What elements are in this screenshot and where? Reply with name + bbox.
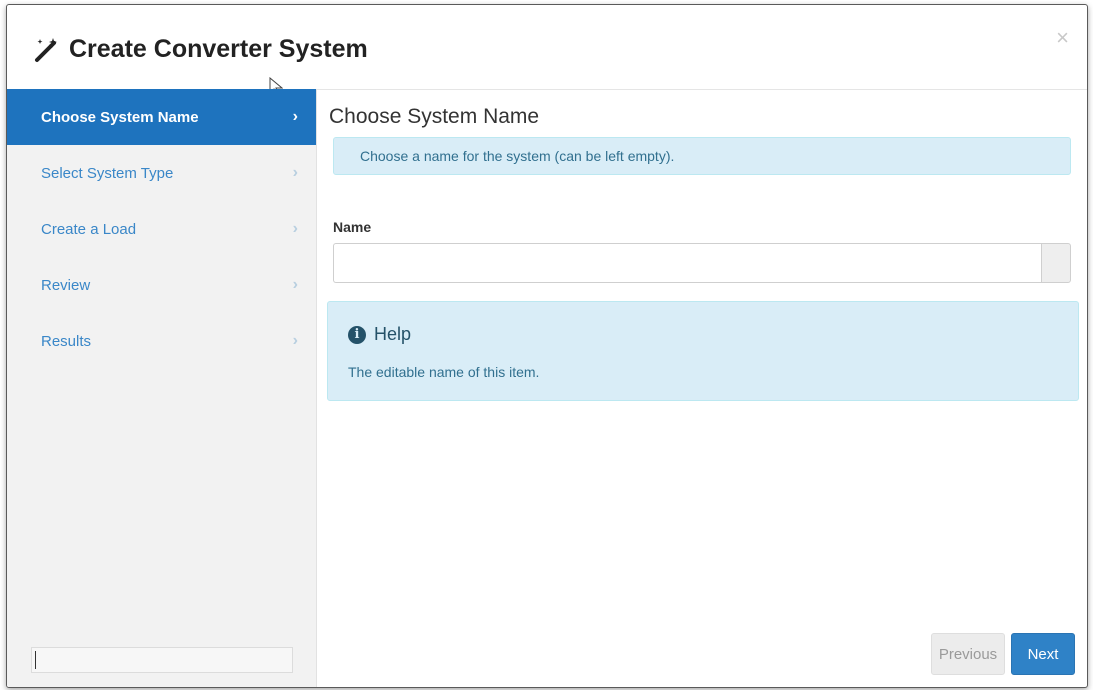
create-converter-system-dialog: Create Converter System × Choose System … xyxy=(6,4,1088,688)
step-title: Choose System Name xyxy=(329,105,540,128)
magic-wand-icon xyxy=(35,37,57,62)
chevron-right-icon: › xyxy=(292,220,298,237)
chevron-right-icon: › xyxy=(292,332,298,349)
info-icon: i xyxy=(348,325,366,344)
chevron-right-icon: › xyxy=(292,108,298,125)
dialog-header: Create Converter System × xyxy=(7,5,1087,97)
sidebar-item-review[interactable]: Review › xyxy=(7,257,316,313)
dialog-title: Create Converter System xyxy=(33,35,368,64)
chevron-right-icon: › xyxy=(292,276,298,293)
name-input-addon[interactable] xyxy=(1041,243,1071,283)
sidebar-item-select-system-type[interactable]: Select System Type › xyxy=(7,145,316,201)
help-title-text: Help xyxy=(374,324,412,344)
sidebar-item-label: Choose System Name xyxy=(41,108,199,126)
sidebar-item-label: Results xyxy=(41,332,92,350)
name-field-label: Name xyxy=(333,219,372,235)
help-text: The editable name of this item. xyxy=(348,364,540,380)
previous-button[interactable]: Previous xyxy=(931,633,1005,675)
help-heading: i Help xyxy=(348,324,411,345)
sidebar-item-choose-system-name[interactable]: Choose System Name › xyxy=(7,89,316,145)
sidebar-text-field[interactable] xyxy=(31,647,293,673)
sidebar-item-label: Select System Type xyxy=(41,164,174,182)
sidebar-item-label: Create a Load xyxy=(41,220,137,238)
close-icon[interactable]: × xyxy=(1056,27,1069,49)
help-panel: i Help The editable name of this item. xyxy=(327,301,1079,401)
dialog-title-text: Create Converter System xyxy=(69,35,368,63)
next-button[interactable]: Next xyxy=(1011,633,1075,675)
sidebar-item-results[interactable]: Results › xyxy=(7,313,316,369)
info-alert: Choose a name for the system (can be lef… xyxy=(333,137,1071,175)
wizard-main-panel: Choose System Name Choose a name for the… xyxy=(317,89,1087,687)
chevron-right-icon: › xyxy=(292,164,298,181)
sidebar-item-label: Review xyxy=(41,276,91,294)
sidebar-item-create-a-load[interactable]: Create a Load › xyxy=(7,201,316,257)
name-input[interactable] xyxy=(333,243,1041,283)
wizard-sidebar: Choose System Name › Select System Type … xyxy=(7,89,317,687)
